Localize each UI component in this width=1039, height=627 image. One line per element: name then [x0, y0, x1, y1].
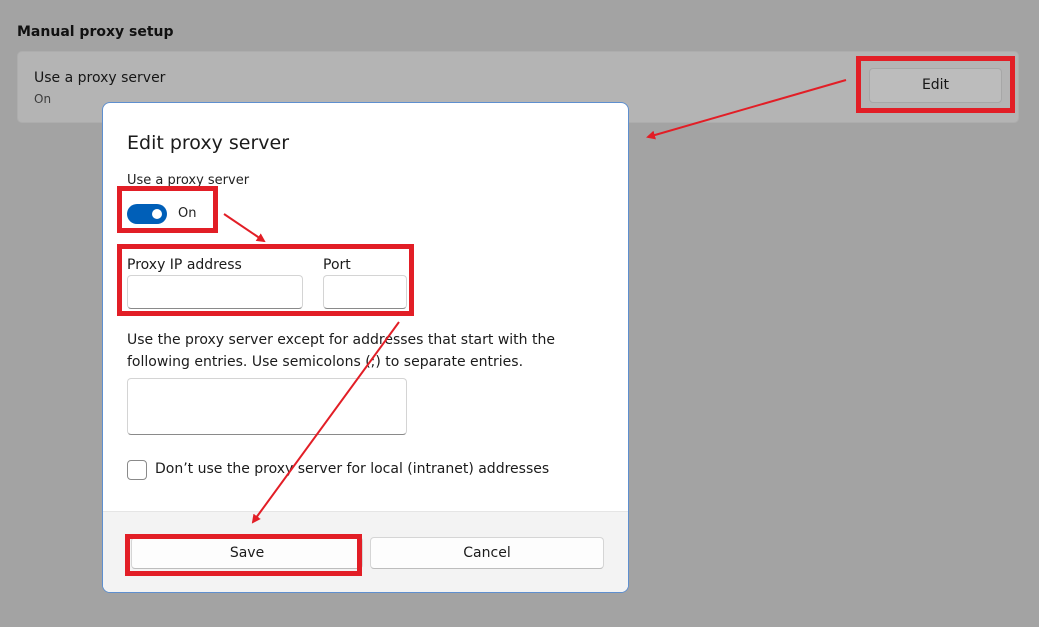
proxy-fields-highlight-box	[117, 244, 414, 316]
cancel-button[interactable]: Cancel	[370, 537, 604, 569]
exceptions-input[interactable]	[127, 378, 407, 435]
card-title: Use a proxy server	[34, 70, 166, 86]
save-highlight-box	[125, 534, 362, 576]
local-addresses-label: Don’t use the proxy server for local (in…	[155, 461, 550, 477]
exceptions-description: Use the proxy server except for addresse…	[127, 332, 555, 370]
card-status: On	[34, 92, 52, 106]
dialog-title: Edit proxy server	[127, 132, 290, 154]
toggle-highlight-box	[117, 186, 218, 233]
section-title: Manual proxy setup	[17, 24, 174, 40]
local-addresses-checkbox[interactable]	[127, 460, 147, 480]
edit-proxy-dialog: Edit proxy server Use a proxy server On …	[102, 102, 629, 593]
edit-highlight-box	[856, 56, 1015, 113]
